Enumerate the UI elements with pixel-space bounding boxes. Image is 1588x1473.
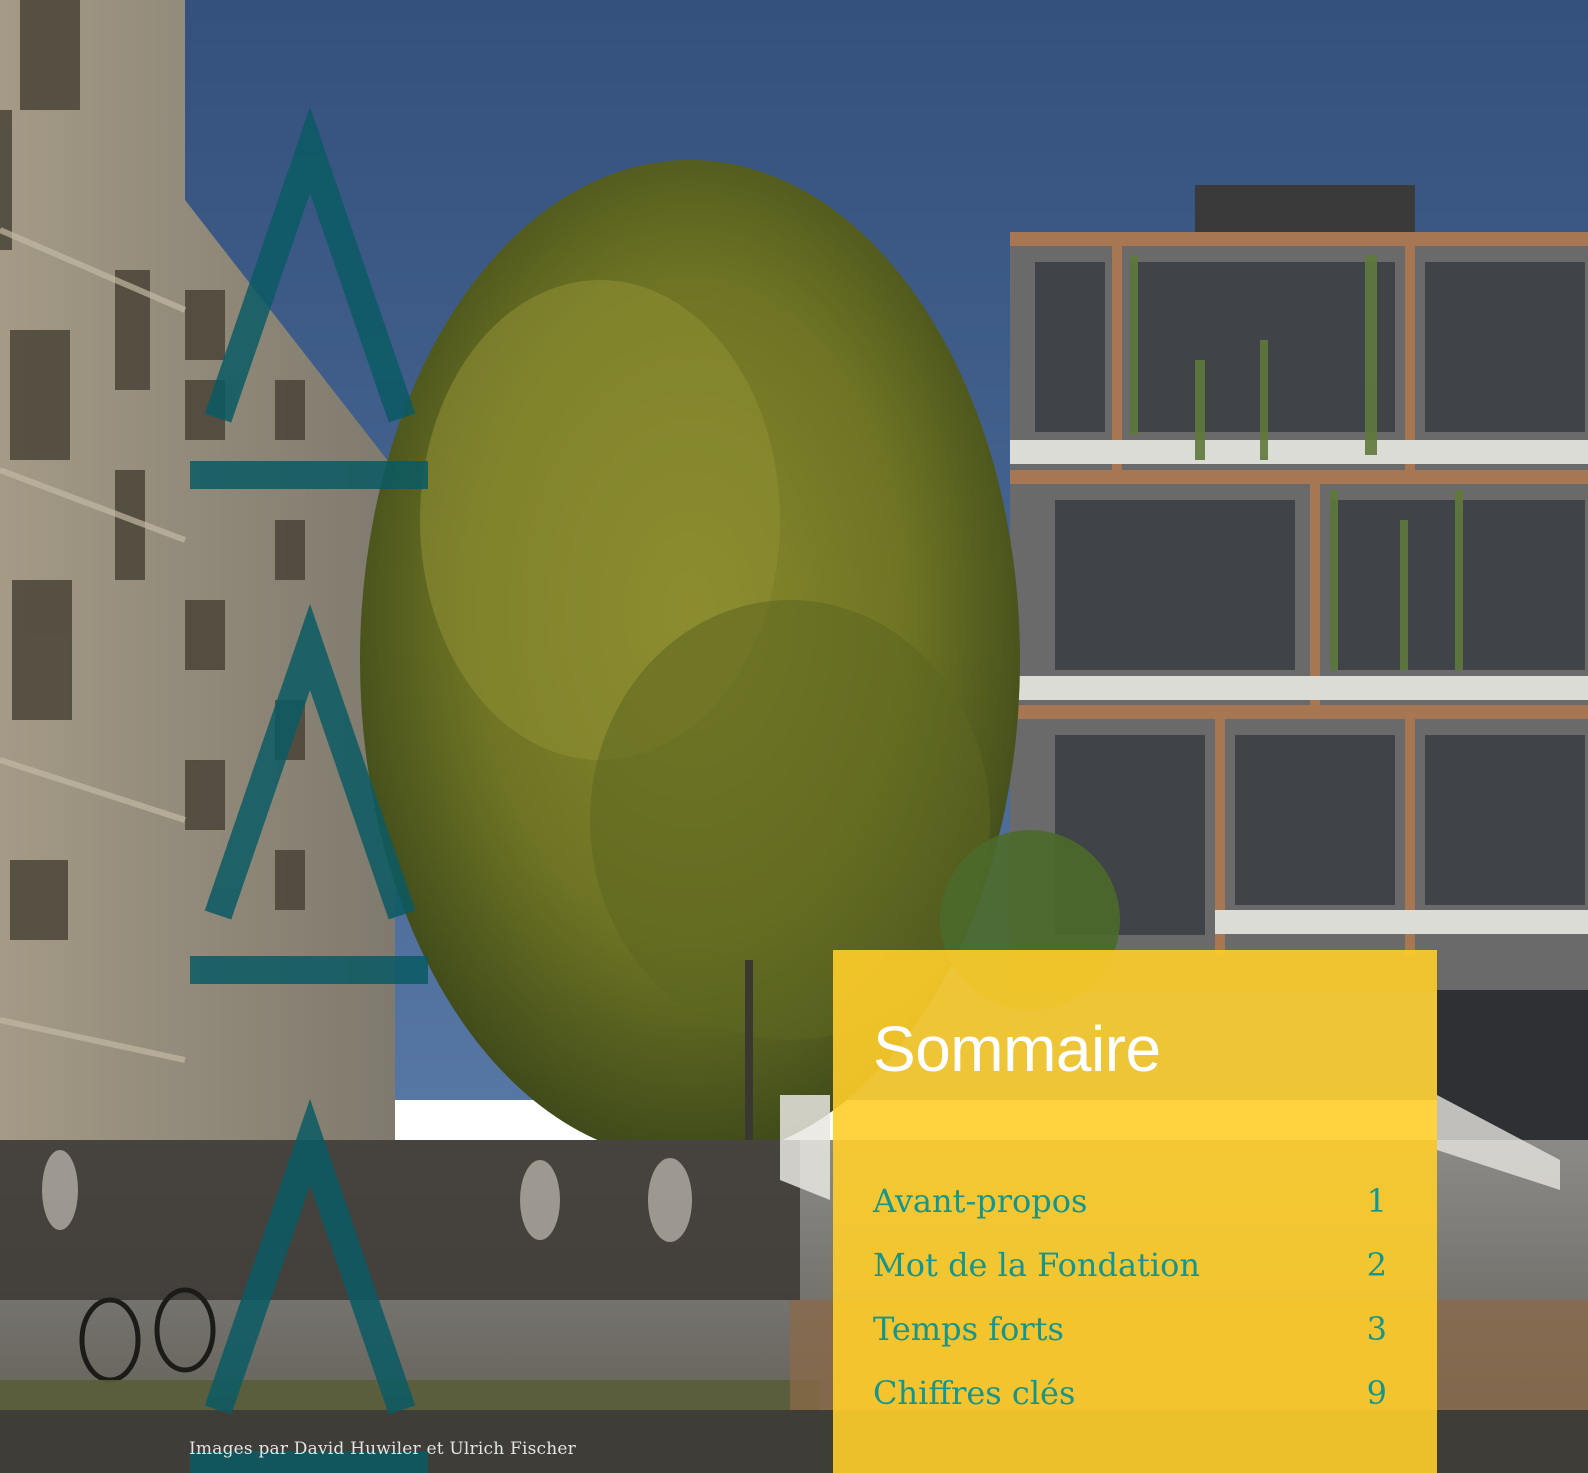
toc-item-mot-de-la-fondation[interactable]: Mot de la Fondation 2 [873,1246,1387,1310]
toc-item-label: Mot de la Fondation [873,1246,1200,1284]
summary-title: Sommaire [873,1013,1161,1085]
toc-item-label: Temps forts [873,1310,1064,1348]
table-of-contents: Avant-propos 1 Mot de la Fondation 2 Tem… [873,1182,1387,1438]
toc-item-label: Chiffres clés [873,1374,1076,1412]
toc-item-page: 9 [1366,1374,1387,1412]
toc-item-chiffres-cles[interactable]: Chiffres clés 9 [873,1374,1387,1438]
photo-credit: Images par David Huwiler et Ulrich Fisch… [189,1439,576,1459]
toc-item-page: 1 [1366,1182,1387,1220]
toc-item-label: Avant-propos [873,1182,1088,1220]
toc-item-avant-propos[interactable]: Avant-propos 1 [873,1182,1387,1246]
toc-item-temps-forts[interactable]: Temps forts 3 [873,1310,1387,1374]
toc-item-page: 2 [1366,1246,1387,1284]
report-contents-page: Images par David Huwiler et Ulrich Fisch… [0,0,1588,1473]
summary-panel: Sommaire Avant-propos 1 Mot de la Fondat… [833,950,1437,1473]
toc-item-page: 3 [1366,1310,1387,1348]
